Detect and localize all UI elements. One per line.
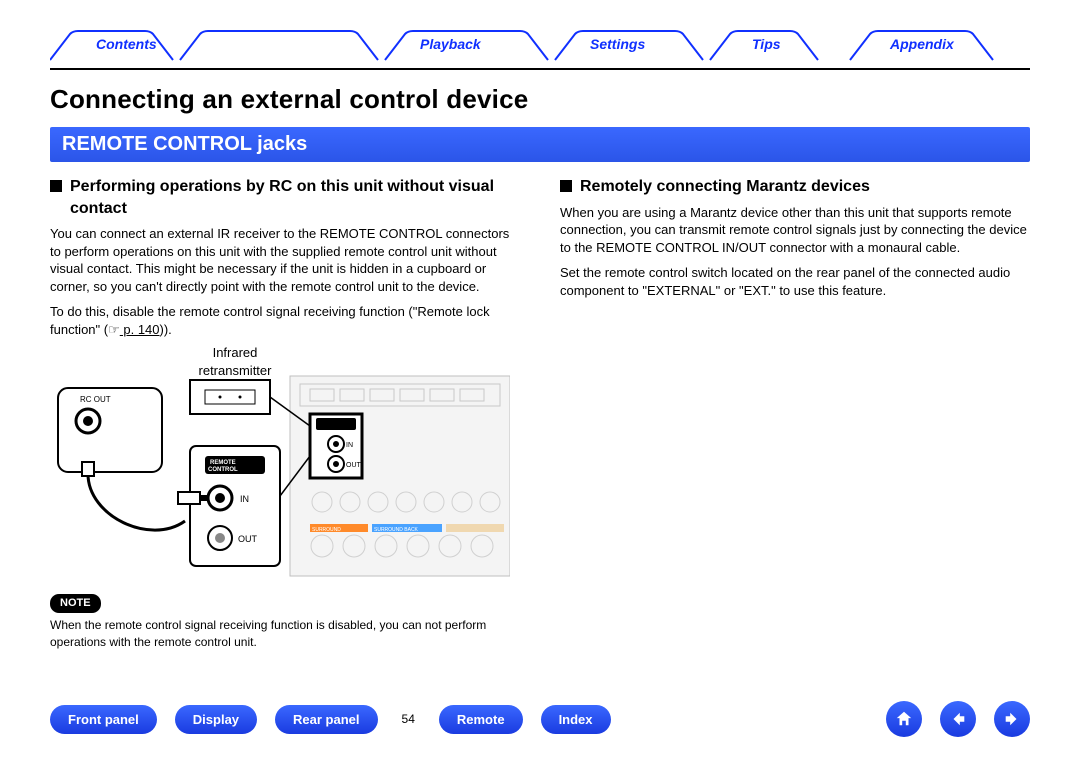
svg-text:OUT: OUT <box>346 462 362 469</box>
prev-page-button[interactable] <box>940 701 976 737</box>
right-subtitle: Remotely connecting Marantz devices <box>580 176 870 198</box>
nav-display[interactable]: Display <box>175 705 257 734</box>
top-tab-bar: Contents Playback Settings Tips Appendix <box>50 30 1030 62</box>
home-icon <box>895 710 913 728</box>
tab-contents[interactable]: Contents <box>96 36 157 52</box>
bottom-nav: Front panel Display Rear panel 54 Remote… <box>50 701 1030 737</box>
left-subtitle: Performing operations by RC on this unit… <box>70 176 520 219</box>
nav-index[interactable]: Index <box>541 705 611 734</box>
right-paragraph-2: Set the remote control switch located on… <box>560 264 1030 299</box>
note-badge: NOTE <box>50 594 101 613</box>
left-paragraph-2: To do this, disable the remote control s… <box>50 303 520 338</box>
right-column: Remotely connecting Marantz devices When… <box>560 176 1030 650</box>
home-button[interactable] <box>886 701 922 737</box>
svg-text:SURROUND: SURROUND <box>312 527 341 533</box>
svg-text:IN: IN <box>240 494 249 504</box>
page-ref-link[interactable]: p. 140 <box>120 322 160 337</box>
left-paragraph-1: You can connect an external IR receiver … <box>50 225 520 295</box>
bullet-square-icon <box>560 180 572 192</box>
right-paragraph-1: When you are using a Marantz device othe… <box>560 204 1030 257</box>
tab-appendix[interactable]: Appendix <box>890 36 954 52</box>
arrow-right-icon <box>1003 710 1021 728</box>
diagram-ir-connection: Infrared retransmitter RC OUT <box>50 346 510 586</box>
left-column: Performing operations by RC on this unit… <box>50 176 520 650</box>
nav-front-panel[interactable]: Front panel <box>50 705 157 734</box>
tab-playback[interactable]: Playback <box>420 36 481 52</box>
bullet-square-icon <box>50 180 62 192</box>
page-number: 54 <box>396 712 421 726</box>
page-title: Connecting an external control device <box>50 84 1030 115</box>
svg-text:SURROUND BACK: SURROUND BACK <box>374 527 419 533</box>
nav-rear-panel[interactable]: Rear panel <box>275 705 377 734</box>
svg-text:REMOTE: REMOTE <box>210 460 236 466</box>
tab-settings[interactable]: Settings <box>590 36 645 52</box>
nav-remote[interactable]: Remote <box>439 705 523 734</box>
divider <box>50 68 1030 70</box>
tab-tips[interactable]: Tips <box>752 36 781 52</box>
svg-text:OUT: OUT <box>238 534 258 544</box>
diagram-rcout-label: RC OUT <box>80 395 111 404</box>
next-page-button[interactable] <box>994 701 1030 737</box>
arrow-left-icon <box>949 710 967 728</box>
note-text: When the remote control signal receiving… <box>50 617 520 649</box>
svg-text:CONTROL: CONTROL <box>208 467 238 473</box>
svg-text:IN: IN <box>346 442 353 449</box>
section-heading: REMOTE CONTROL jacks <box>50 127 1030 162</box>
